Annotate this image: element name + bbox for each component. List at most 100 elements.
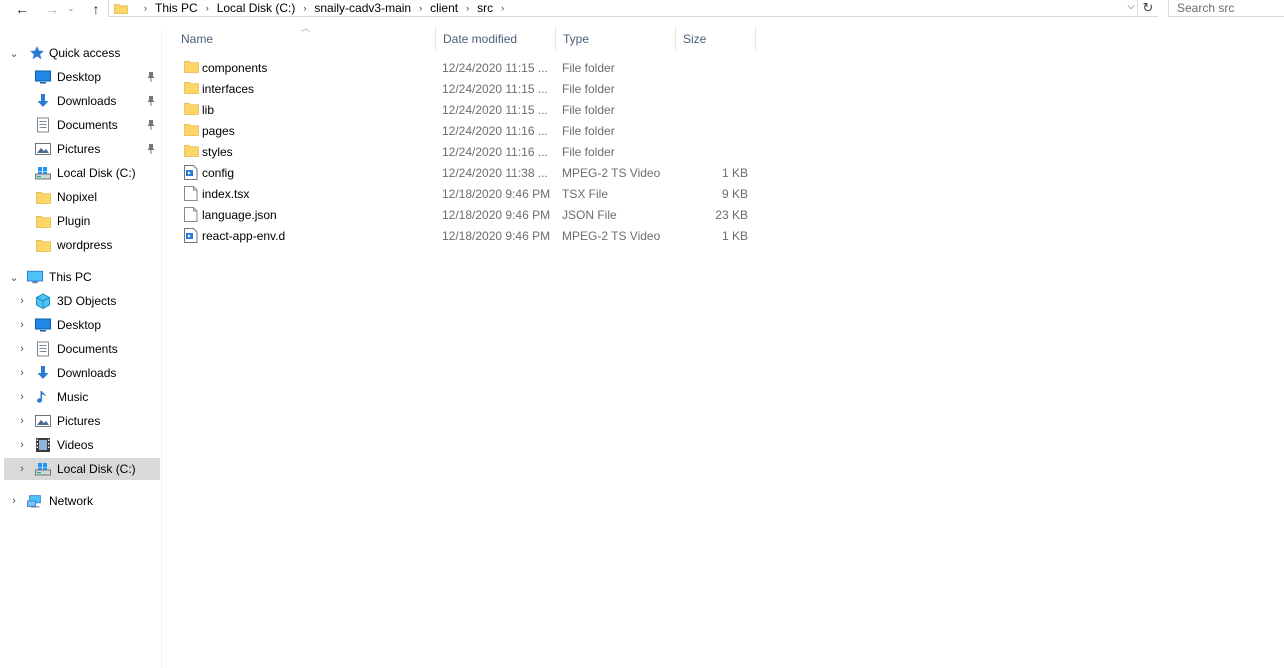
chevron-right-icon[interactable]: › xyxy=(17,319,27,331)
nav-network[interactable]: › Network xyxy=(4,490,160,512)
file-row[interactable]: pages 12/24/2020 11:16 ... File folder xyxy=(180,120,760,141)
file-row[interactable]: config 12/24/2020 11:38 ... MPEG-2 TS Vide… xyxy=(180,162,760,183)
chevron-down-icon[interactable]: ⌄ xyxy=(9,47,19,60)
sidebar-item-pc-3d-objects[interactable]: › 3D Objects xyxy=(4,290,160,312)
chevron-right-icon[interactable]: › xyxy=(17,367,27,379)
chevron-right-icon[interactable]: › xyxy=(206,3,209,13)
sidebar-item-downloads[interactable]: Downloads xyxy=(4,90,160,112)
column-header-size[interactable]: Size xyxy=(676,27,756,51)
search-input[interactable] xyxy=(1177,1,1284,15)
column-header-date-label: Date modified xyxy=(443,32,518,46)
arrow-up-icon: ↑ xyxy=(92,0,100,17)
refresh-icon: ↻ xyxy=(1142,0,1154,15)
file-row[interactable]: components 12/24/2020 11:15 ... File folde… xyxy=(180,57,760,78)
up-button[interactable]: ↑ xyxy=(86,0,106,17)
file-name: components xyxy=(202,61,268,75)
breadcrumb-item-local-disk-c[interactable]: Local Disk (C:) xyxy=(217,1,296,15)
chevron-down-icon[interactable]: ⌄ xyxy=(9,271,19,284)
sidebar-item-plugin[interactable]: Plugin xyxy=(4,210,160,232)
breadcrumb: › This PC › Local Disk (C:) › snaily-cadv3-ma… xyxy=(136,1,512,15)
folder-icon xyxy=(35,213,51,229)
file-row[interactable]: styles 12/24/2020 11:16 ... File folder xyxy=(180,141,760,162)
download-icon xyxy=(35,93,51,109)
file-type: TSX File xyxy=(562,187,609,201)
file-type: MPEG-2 TS Video xyxy=(562,229,661,243)
file-date-modified: 12/24/2020 11:15 ... xyxy=(442,103,548,117)
nav-item-label: Local Disk (C:) xyxy=(57,166,136,180)
sidebar-item-pictures[interactable]: Pictures xyxy=(4,138,160,160)
chevron-right-icon[interactable]: › xyxy=(17,295,27,307)
file-date-modified: 12/18/2020 9:46 PM xyxy=(442,187,551,201)
column-header-type-label: Type xyxy=(563,32,590,46)
sidebar-item-wordpress[interactable]: wordpress xyxy=(4,234,160,256)
column-header-type[interactable]: Type xyxy=(556,27,676,51)
file-type: File folder xyxy=(562,124,615,138)
search-box[interactable] xyxy=(1168,0,1284,17)
column-header-name[interactable]: Name ︿ xyxy=(174,23,436,51)
folder-icon xyxy=(184,123,199,138)
sidebar-item-pc-downloads[interactable]: › Downloads xyxy=(4,362,160,384)
file-row[interactable]: interfaces 12/24/2020 11:15 ... File folde… xyxy=(180,78,760,99)
chevron-right-icon[interactable]: › xyxy=(144,3,147,13)
file-row[interactable]: react-app-env.d 12/18/2020 9:46 PM MPEG-2 … xyxy=(180,225,760,246)
back-button[interactable]: ← xyxy=(12,0,32,17)
sidebar-item-pc-pictures[interactable]: › Pictures xyxy=(4,410,160,432)
file-name: config xyxy=(202,166,235,180)
file-date-modified: 12/24/2020 11:16 ... xyxy=(442,145,548,159)
sidebar-item-pc-videos[interactable]: › Videos xyxy=(4,434,160,456)
file-date-modified: 12/24/2020 11:16 ... xyxy=(442,124,548,138)
folder-icon xyxy=(35,189,51,205)
nav-this-pc[interactable]: ⌄ This PC xyxy=(4,266,160,288)
file-name: language.json xyxy=(202,208,277,222)
pin-icon xyxy=(146,143,156,155)
sidebar-item-pc-music[interactable]: › Music xyxy=(4,386,160,408)
chevron-right-icon[interactable]: › xyxy=(17,391,27,403)
chevron-right-icon[interactable]: › xyxy=(419,3,422,13)
sidebar-item-pc-documents[interactable]: › Documents xyxy=(4,338,160,360)
folder-icon xyxy=(184,60,199,75)
file-type: File folder xyxy=(562,145,615,159)
chevron-right-icon[interactable]: › xyxy=(303,3,306,13)
column-header-date[interactable]: Date modified xyxy=(436,27,556,51)
file-row[interactable]: language.json 12/18/2020 9:46 PM JSON File… xyxy=(180,204,760,225)
chevron-right-icon[interactable]: › xyxy=(9,495,19,507)
chevron-right-icon[interactable]: › xyxy=(17,343,27,355)
network-icon xyxy=(27,493,43,509)
breadcrumb-item-snaily-cadv3-main[interactable]: snaily-cadv3-main xyxy=(314,1,411,15)
breadcrumb-item-src[interactable]: src xyxy=(477,1,493,15)
folder-icon xyxy=(114,3,128,14)
file-row[interactable]: lib 12/24/2020 11:15 ... File folder xyxy=(180,99,760,120)
file-name: react-app-env.d xyxy=(202,229,286,243)
sidebar-item-pc-desktop[interactable]: › Desktop xyxy=(4,314,160,336)
chevron-right-icon[interactable]: › xyxy=(17,439,27,451)
file-date-modified: 12/18/2020 9:46 PM xyxy=(442,229,551,243)
address-dropdown-icon[interactable]: ⌵ xyxy=(1127,1,1135,12)
chevron-right-icon[interactable]: › xyxy=(17,415,27,427)
file-size: 9 KB xyxy=(721,187,748,201)
nav-quick-access[interactable]: ⌄ Quick access xyxy=(4,42,160,64)
sidebar-item-documents[interactable]: Documents xyxy=(4,114,160,136)
sidebar-item-desktop[interactable]: Desktop xyxy=(4,66,160,88)
folder-icon xyxy=(35,237,51,253)
column-header-name-label: Name xyxy=(181,32,214,46)
breadcrumb-item-this-pc[interactable]: This PC xyxy=(155,1,198,15)
sidebar-item-local-disk-c[interactable]: Local Disk (C:) xyxy=(4,162,160,184)
file-row[interactable]: index.tsx 12/18/2020 9:46 PM TSX File 9 KB xyxy=(180,183,760,204)
sidebar-item-pc-local-disk-c[interactable]: › Local Disk (C:) xyxy=(4,458,160,480)
address-bar[interactable]: › This PC › Local Disk (C:) › snaily-cadv3-ma… xyxy=(108,0,1138,17)
nav-item-label: Documents xyxy=(57,342,118,356)
sidebar-item-nopixel[interactable]: Nopixel xyxy=(4,186,160,208)
nav-item-label: 3D Objects xyxy=(57,294,117,308)
chevron-right-icon[interactable]: › xyxy=(501,3,504,13)
chevron-right-icon[interactable]: › xyxy=(466,3,469,13)
file-date-modified: 12/24/2020 11:38 ... xyxy=(442,166,548,180)
forward-button[interactable]: → xyxy=(42,0,62,17)
file-name: styles xyxy=(202,145,233,159)
chevron-right-icon[interactable]: › xyxy=(17,463,27,475)
breadcrumb-item-client[interactable]: client xyxy=(430,1,458,15)
nav-item-label: Network xyxy=(49,494,94,508)
recent-locations-button[interactable]: ⌄ xyxy=(66,0,76,17)
refresh-button[interactable]: ↻ xyxy=(1138,0,1158,17)
documents-icon xyxy=(35,117,51,133)
file-name: interfaces xyxy=(202,82,255,96)
